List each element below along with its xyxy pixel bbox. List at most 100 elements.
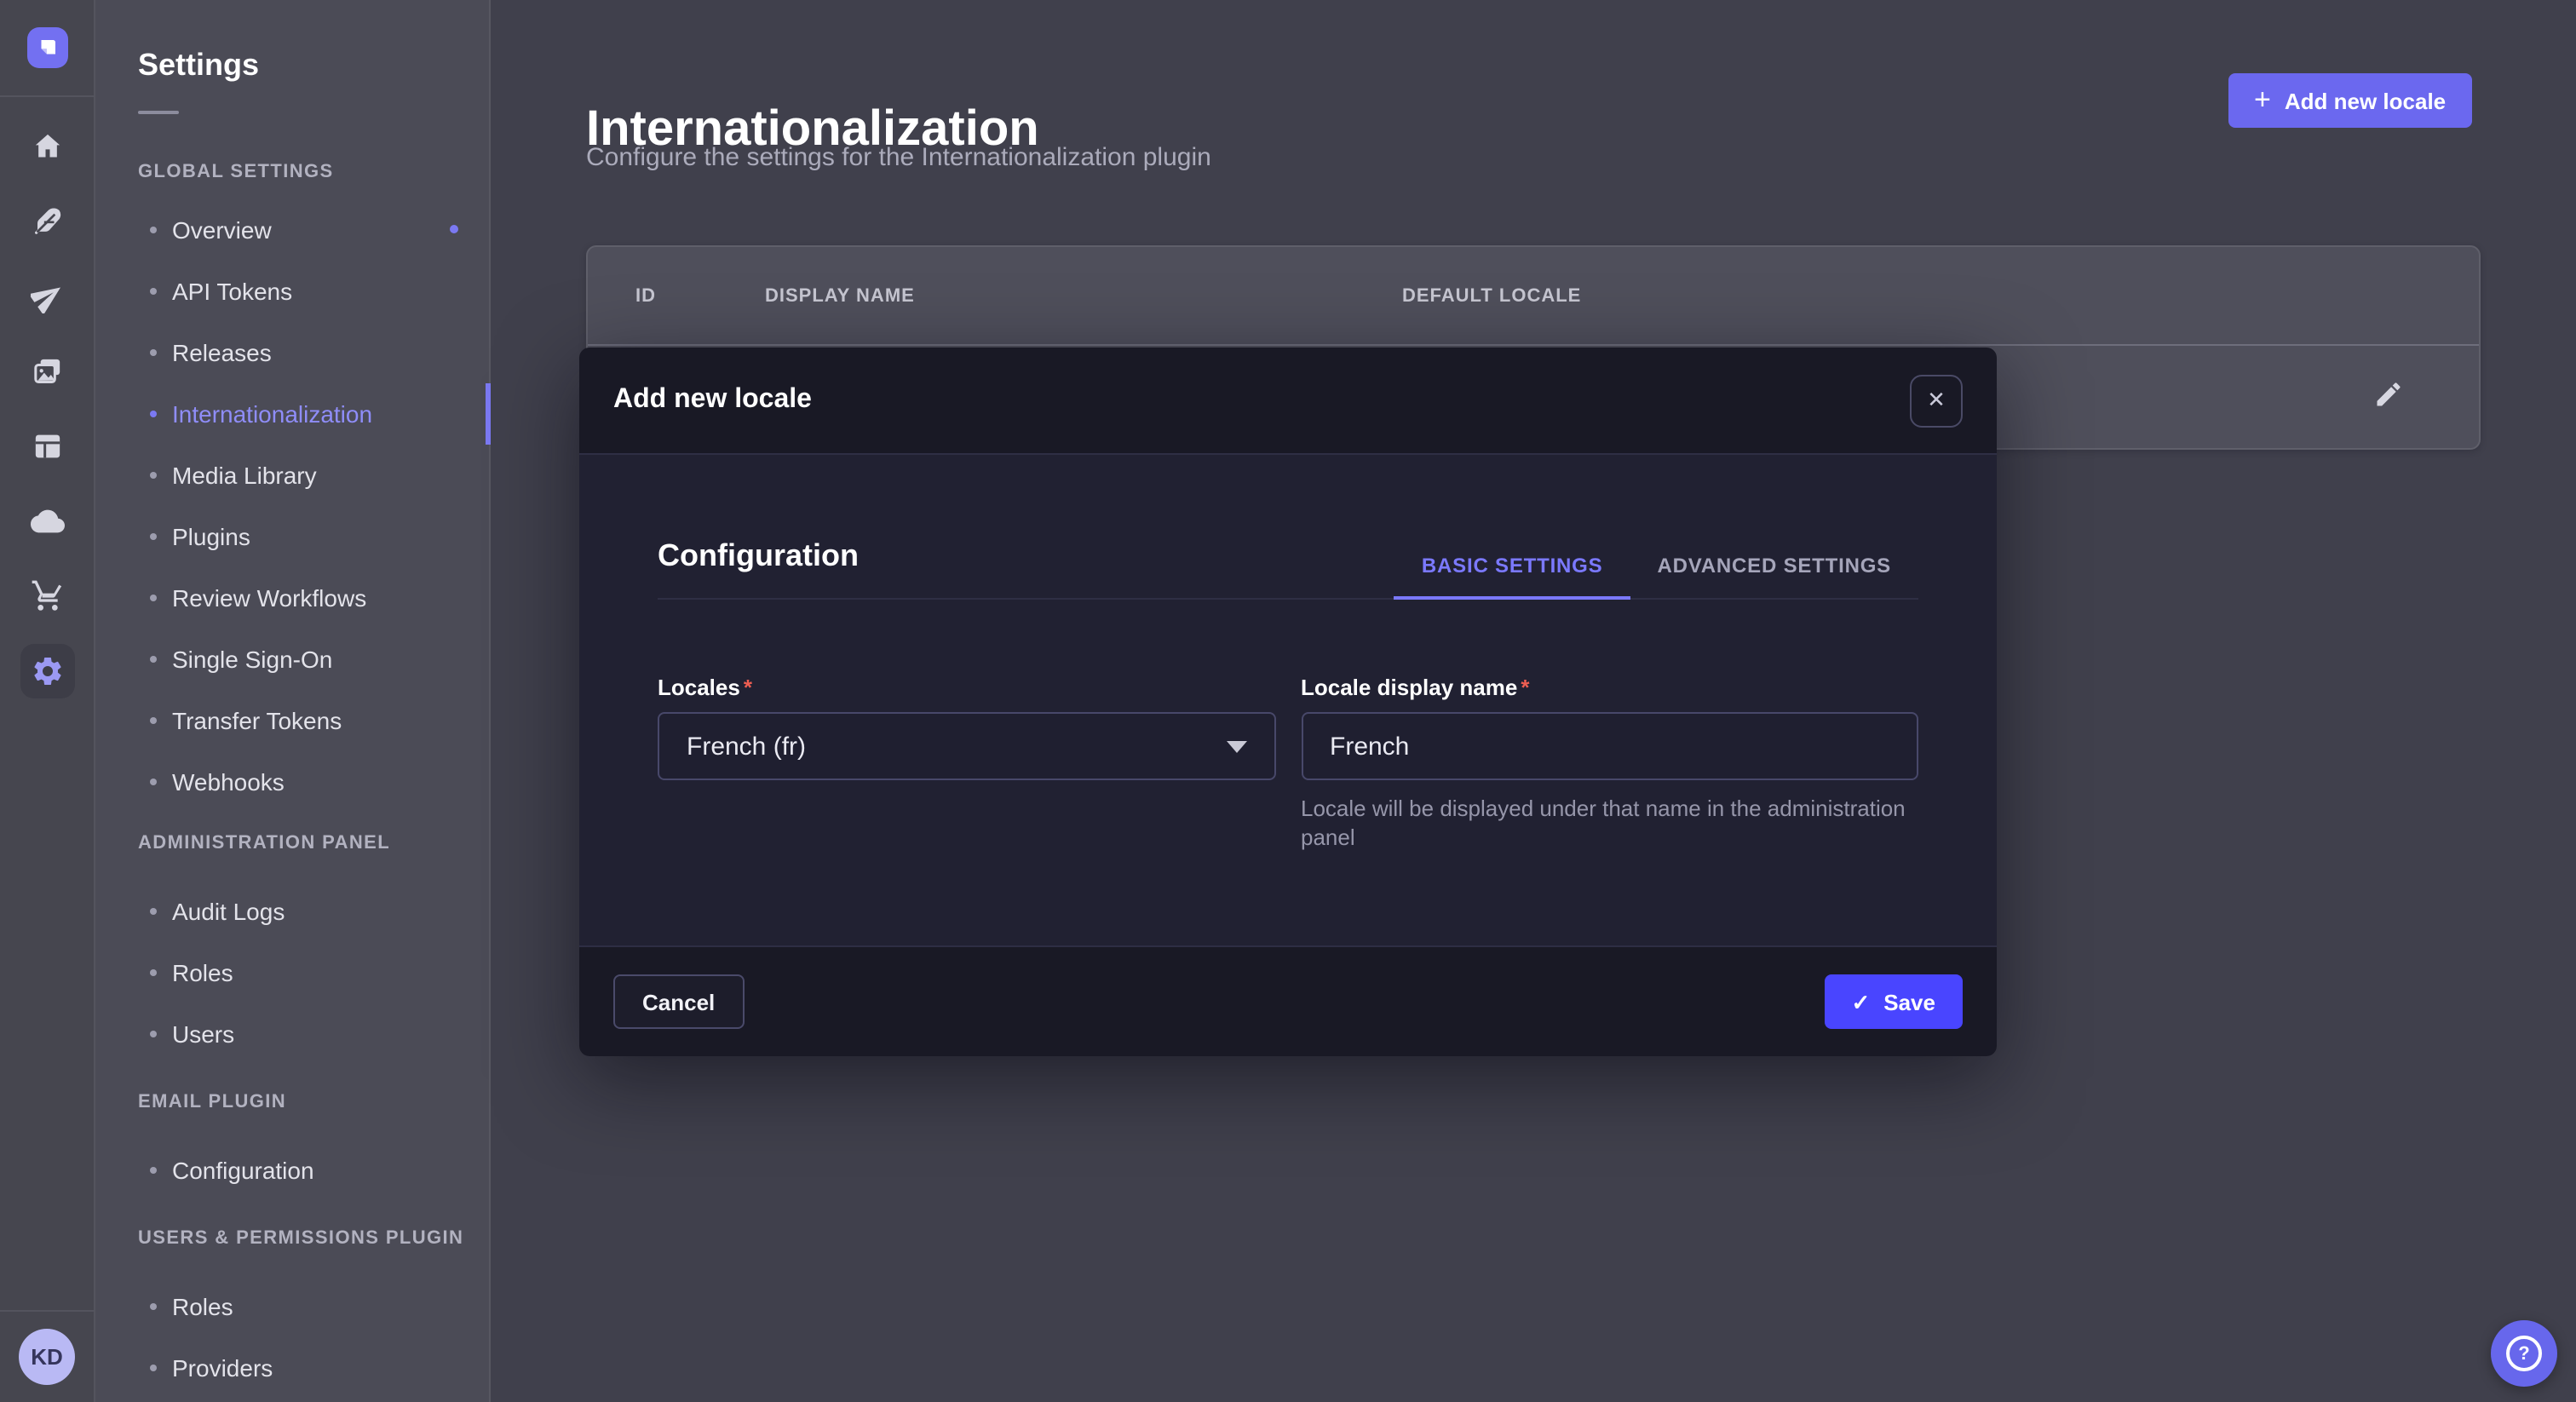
sidebar-item-users[interactable]: Users <box>95 1003 489 1065</box>
display-name-field: Locale display name* Locale will be disp… <box>1301 675 1918 852</box>
check-icon: ✓ <box>1851 991 1870 1013</box>
sidebar-item-label: Webhooks <box>172 768 285 796</box>
add-new-locale-label: Add new locale <box>2285 88 2446 113</box>
nav-list-email: Configuration <box>95 1140 489 1201</box>
required-asterisk: * <box>744 675 752 700</box>
feather-icon[interactable] <box>26 201 67 242</box>
column-header-display-name: DISPLAY NAME <box>765 285 915 306</box>
configuration-header-row: Configuration BASIC SETTINGS ADVANCED SE… <box>658 455 1918 600</box>
close-icon: ✕ <box>1927 387 1946 414</box>
layout-icon[interactable] <box>26 426 67 467</box>
sidebar-item-overview[interactable]: Overview <box>95 199 489 261</box>
modal-footer: Cancel ✓ Save <box>579 945 1997 1056</box>
question-mark-icon: ? <box>2506 1336 2542 1371</box>
column-header-default-locale: DEFAULT LOCALE <box>1402 285 1581 306</box>
subnav-title: Settings <box>138 48 489 83</box>
sidebar-item-label: Users <box>172 1020 234 1048</box>
sidebar-item-label: Roles <box>172 959 233 986</box>
page-subtitle: Configure the settings for the Internati… <box>586 143 1211 172</box>
cancel-button[interactable]: Cancel <box>613 974 744 1029</box>
sidebar-item-label: API Tokens <box>172 278 292 305</box>
tab-basic-settings[interactable]: BASIC SETTINGS <box>1394 554 1630 600</box>
display-name-label-text: Locale display name <box>1301 675 1517 700</box>
section-label-global-settings: GLOBAL SETTINGS <box>138 162 489 184</box>
sidebar-item-label: Configuration <box>172 1157 314 1184</box>
notification-dot <box>450 225 458 233</box>
locales-field: Locales* French (fr) <box>658 675 1275 852</box>
sidebar-item-label: Releases <box>172 339 272 366</box>
sidebar-item-single-sign-on[interactable]: Single Sign-On <box>95 629 489 690</box>
modal-header: Add new locale ✕ <box>579 348 1997 455</box>
paper-plane-icon[interactable] <box>26 276 67 317</box>
locales-select-value: French (fr) <box>687 732 806 761</box>
plus-icon: + <box>2254 85 2271 114</box>
save-button-label: Save <box>1883 989 1935 1014</box>
sidebar-item-label: Single Sign-On <box>172 646 332 673</box>
app-window: KD Settings GLOBAL SETTINGS Overview API… <box>0 0 2576 1402</box>
user-avatar[interactable]: KD <box>19 1329 75 1385</box>
sidebar-item-label: Overview <box>172 216 272 244</box>
icon-rail: KD <box>0 0 95 1402</box>
tab-advanced-settings[interactable]: ADVANCED SETTINGS <box>1630 554 1918 600</box>
section-label-email-plugin: EMAIL PLUGIN <box>138 1092 489 1114</box>
column-header-id: ID <box>635 285 656 306</box>
strapi-logo-icon[interactable] <box>26 27 67 68</box>
modal-body: Configuration BASIC SETTINGS ADVANCED SE… <box>579 455 1997 945</box>
display-name-input[interactable] <box>1301 712 1918 780</box>
nav-list-admin: Audit Logs Roles Users <box>95 881 489 1065</box>
configuration-title: Configuration <box>658 538 859 598</box>
save-button[interactable]: ✓ Save <box>1824 974 1963 1029</box>
sidebar-item-providers[interactable]: Providers <box>95 1337 489 1399</box>
rail-footer: KD <box>0 1310 94 1402</box>
section-label-administration-panel: ADMINISTRATION PANEL <box>138 833 489 855</box>
locales-label: Locales* <box>658 675 1275 700</box>
locales-label-text: Locales <box>658 675 740 700</box>
sidebar-item-label: Internationalization <box>172 400 372 428</box>
display-name-hint: Locale will be displayed under that name… <box>1301 794 1918 852</box>
add-new-locale-button[interactable]: + Add new locale <box>2228 73 2471 128</box>
logo-box <box>0 0 94 97</box>
close-button[interactable]: ✕ <box>1910 374 1963 427</box>
help-button[interactable]: ? <box>2491 1320 2557 1387</box>
cloud-icon[interactable] <box>26 501 67 542</box>
nav-list-global: Overview API Tokens Releases Internation… <box>95 199 489 813</box>
sidebar-item-email-configuration[interactable]: Configuration <box>95 1140 489 1201</box>
sidebar-item-label: Review Workflows <box>172 584 366 612</box>
sidebar-item-transfer-tokens[interactable]: Transfer Tokens <box>95 690 489 751</box>
settings-subnav: Settings GLOBAL SETTINGS Overview API To… <box>95 0 491 1402</box>
sidebar-item-label: Transfer Tokens <box>172 707 342 734</box>
sidebar-item-label: Media Library <box>172 462 317 489</box>
display-name-label: Locale display name* <box>1301 675 1918 700</box>
media-library-icon[interactable] <box>26 351 67 392</box>
form-fields-row: Locales* French (fr) Locale display name… <box>658 675 1918 852</box>
sidebar-item-label: Audit Logs <box>172 898 285 925</box>
rail-icon-list <box>0 97 94 726</box>
sidebar-item-api-tokens[interactable]: API Tokens <box>95 261 489 322</box>
locales-select[interactable]: French (fr) <box>658 712 1275 780</box>
home-icon[interactable] <box>26 126 67 167</box>
sidebar-item-roles-admin[interactable]: Roles <box>95 942 489 1003</box>
cart-icon[interactable] <box>26 576 67 617</box>
gear-icon[interactable] <box>20 644 74 698</box>
sidebar-item-roles-up[interactable]: Roles <box>95 1276 489 1337</box>
nav-list-users-permissions: Roles Providers <box>95 1276 489 1399</box>
modal-title: Add new locale <box>613 385 812 416</box>
subnav-divider <box>138 111 179 114</box>
sidebar-item-plugins[interactable]: Plugins <box>95 506 489 567</box>
edit-pencil-icon[interactable] <box>2373 378 2404 417</box>
sidebar-item-review-workflows[interactable]: Review Workflows <box>95 567 489 629</box>
sidebar-item-label: Roles <box>172 1293 233 1320</box>
sidebar-item-internationalization[interactable]: Internationalization <box>95 383 489 445</box>
sidebar-item-media-library[interactable]: Media Library <box>95 445 489 506</box>
settings-tabs: BASIC SETTINGS ADVANCED SETTINGS <box>1394 554 1918 598</box>
sidebar-item-label: Providers <box>172 1354 273 1382</box>
sidebar-item-releases[interactable]: Releases <box>95 322 489 383</box>
sidebar-item-label: Plugins <box>172 523 250 550</box>
required-asterisk: * <box>1521 675 1529 700</box>
sidebar-item-audit-logs[interactable]: Audit Logs <box>95 881 489 942</box>
add-new-locale-modal: Add new locale ✕ Configuration BASIC SET… <box>579 348 1997 1056</box>
chevron-down-icon <box>1226 740 1246 752</box>
sidebar-item-webhooks[interactable]: Webhooks <box>95 751 489 813</box>
section-label-users-permissions-plugin: USERS & PERMISSIONS PLUGIN <box>138 1228 489 1250</box>
table-header-row: ID DISPLAY NAME DEFAULT LOCALE <box>588 247 2479 346</box>
